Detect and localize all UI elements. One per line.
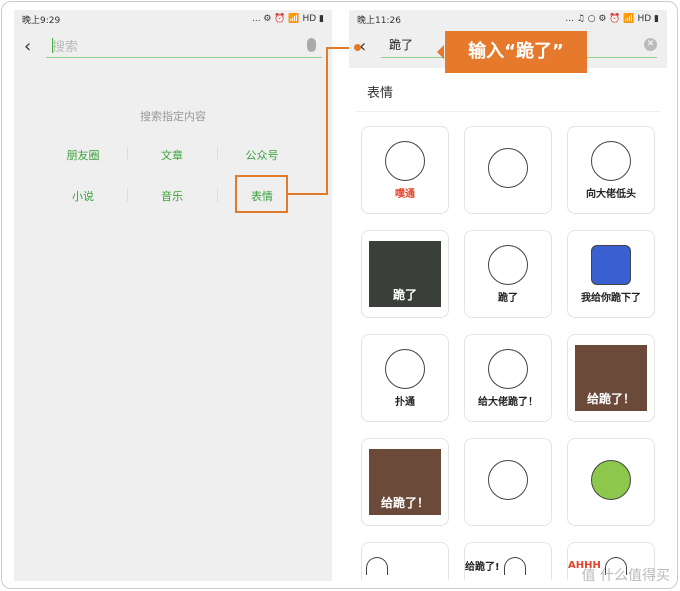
sticker-image: 给跪了！ [369, 449, 441, 515]
sticker-item[interactable]: 跪了 [361, 230, 449, 318]
sticker-image: 跪了 [369, 241, 441, 307]
back-icon[interactable]: ‹ [24, 36, 31, 57]
sticker-item[interactable] [464, 126, 552, 214]
sticker-item[interactable]: 扑通 [361, 334, 449, 422]
left-phone-screen: 晚上9:29... ⚙ ⏰ 📶 HD ▮ ‹ 搜索 搜索指定内容 朋友圈 文章 … [14, 10, 332, 581]
sticker-image [591, 460, 631, 500]
sticker-caption: 向大佬低头 [586, 188, 636, 200]
sticker-item[interactable]: 给跪了！ [567, 334, 655, 422]
sticker-image [488, 244, 528, 285]
sticker-image [503, 556, 526, 575]
sticker-item[interactable] [464, 438, 552, 526]
sticker-caption: 跪了 [392, 288, 417, 302]
connector-line [326, 47, 328, 195]
sticker-image [488, 148, 528, 188]
search-query: 跪了 [389, 38, 414, 52]
connector-line [288, 193, 328, 195]
sticker-item[interactable]: 给跪了! [464, 542, 552, 580]
sticker-grid: 噗通 向大佬低头 跪了 跪了 我给你跪下了 扑通 给大佬跪了！ 给跪了！ 给跪了！ 给跪了! AHH… [361, 126, 655, 580]
callout-label: 输入“跪了” [437, 31, 587, 73]
status-icons: ... ♫ ○ ⚙ ⏰ 📶 HD ▮ [565, 14, 659, 24]
highlight-box [235, 175, 288, 213]
search-placeholder: 搜索 [52, 40, 79, 55]
sticker-item[interactable] [567, 438, 655, 526]
category-articles[interactable]: 文章 [127, 147, 217, 163]
search-bar: ‹ 搜索 [14, 28, 332, 68]
sticker-caption: 噗通 [395, 188, 415, 200]
sticker-caption: 给跪了! [465, 562, 500, 573]
sticker-caption: 给大佬跪了！ [478, 396, 538, 408]
search-input[interactable]: 搜索 [46, 36, 322, 58]
status-time: 晚上11:26 [357, 15, 401, 26]
sticker-image [488, 348, 528, 389]
category-novels[interactable]: 小说 [38, 188, 128, 204]
category-official-accounts[interactable]: 公众号 [217, 147, 307, 163]
right-phone-screen: 晚上11:26... ♫ ○ ⚙ ⏰ 📶 HD ▮ ‹ 跪了 ✕ 表情 噗通 向大… [349, 10, 667, 581]
sticker-image: 给跪了！ [575, 345, 647, 411]
sticker-caption: 我给你跪下了 [581, 292, 641, 304]
status-bar: 晚上11:26 ... ♫ ○ ⚙ ⏰ 📶 HD ▮ [349, 10, 667, 28]
clear-icon[interactable]: ✕ [644, 38, 657, 51]
category-music[interactable]: 音乐 [127, 188, 217, 204]
watermark: 值 什么值得买 [581, 568, 670, 584]
category-moments[interactable]: 朋友圈 [38, 147, 128, 163]
sticker-caption: 给跪了！ [586, 392, 635, 406]
sticker-image [488, 460, 528, 500]
sticker-item[interactable]: 跪了 [464, 230, 552, 318]
sticker-item[interactable]: 噗通 [361, 126, 449, 214]
sticker-image [385, 348, 425, 389]
sticker-caption: 给跪了！ [380, 496, 429, 510]
status-time: 晚上9:29 [22, 15, 61, 26]
sticker-item[interactable]: 我给你跪下了 [567, 230, 655, 318]
sticker-caption: 跪了 [498, 292, 518, 304]
sticker-image [385, 140, 425, 181]
sticker-caption: 扑通 [395, 396, 415, 408]
sticker-item[interactable] [361, 542, 449, 580]
section-title: 表情 [355, 68, 661, 112]
microphone-icon[interactable] [307, 38, 316, 52]
sticker-item[interactable]: 给大佬跪了！ [464, 334, 552, 422]
sticker-item[interactable]: 向大佬低头 [567, 126, 655, 214]
status-icons: ... ⚙ ⏰ 📶 HD ▮ [251, 14, 324, 24]
sticker-item[interactable]: 给跪了！ [361, 438, 449, 526]
sticker-image [366, 556, 388, 575]
sticker-image [591, 140, 631, 181]
search-hint: 搜索指定内容 [140, 110, 206, 123]
sticker-image [591, 244, 631, 285]
status-bar: 晚上9:29 ... ⚙ ⏰ 📶 HD ▮ [14, 10, 332, 28]
results: 表情 噗通 向大佬低头跪了 跪了 我给你跪下了扑通 给大佬跪了！ 给跪了！ 给跪了！ 给跪了!… [349, 68, 667, 581]
connector-dot [354, 44, 361, 51]
